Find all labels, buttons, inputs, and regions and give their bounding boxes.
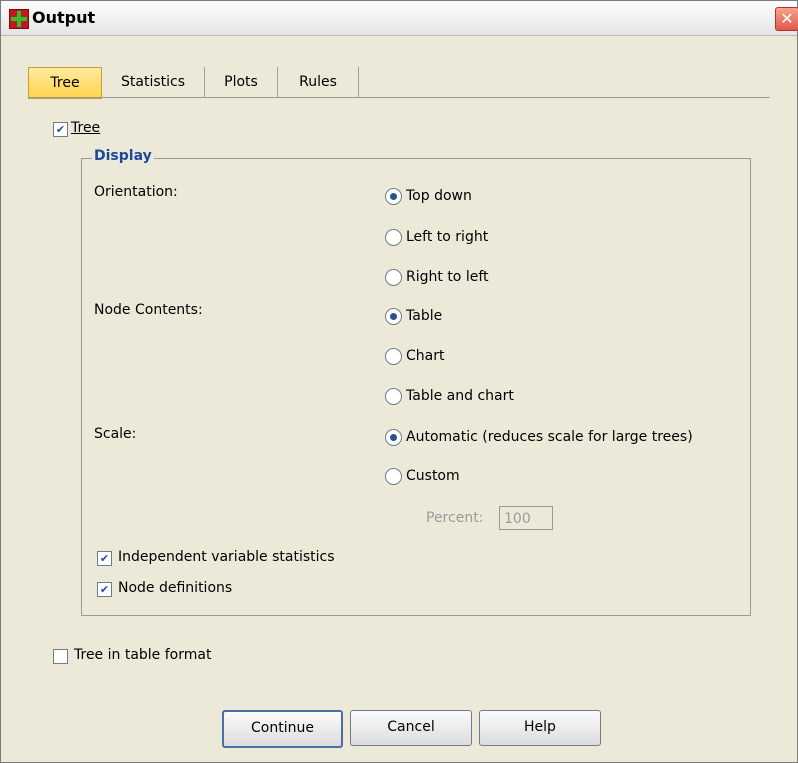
radio-chart[interactable]: [385, 348, 402, 365]
tree-checkbox[interactable]: ✔: [53, 122, 68, 137]
radio-table[interactable]: [385, 308, 402, 325]
node-contents-label: Node Contents:: [94, 302, 203, 318]
independent-stats-label[interactable]: Independent variable statistics: [118, 549, 335, 565]
tab-plots[interactable]: Plots: [205, 67, 278, 97]
radio-custom[interactable]: [385, 468, 402, 485]
table-format-label[interactable]: Tree in table format: [74, 647, 211, 663]
radio-automatic[interactable]: [385, 429, 402, 446]
radio-top-down[interactable]: [385, 188, 402, 205]
node-definitions-label[interactable]: Node definitions: [118, 580, 232, 596]
close-icon[interactable]: ✕: [775, 7, 798, 31]
tree-checkbox-label[interactable]: Tree: [71, 120, 100, 136]
window-title: Output: [32, 8, 96, 27]
radio-right-to-left[interactable]: [385, 269, 402, 286]
app-icon: [9, 9, 29, 29]
right-to-left-label[interactable]: Right to left: [406, 269, 489, 285]
table-label[interactable]: Table: [406, 308, 442, 324]
radio-table-and-chart[interactable]: [385, 388, 402, 405]
tab-rules[interactable]: Rules: [278, 67, 359, 97]
table-and-chart-label[interactable]: Table and chart: [406, 388, 514, 404]
title-bar: Output ✕: [1, 1, 798, 36]
top-down-label[interactable]: Top down: [406, 188, 472, 204]
orientation-label: Orientation:: [94, 184, 178, 200]
scale-label: Scale:: [94, 426, 137, 442]
cancel-button[interactable]: Cancel: [350, 710, 472, 746]
continue-button[interactable]: Continue: [222, 710, 343, 748]
tab-statistics[interactable]: Statistics: [102, 67, 205, 97]
help-button[interactable]: Help: [479, 710, 601, 746]
display-legend: Display: [92, 148, 154, 164]
percent-label: Percent:: [426, 510, 484, 526]
automatic-label[interactable]: Automatic (reduces scale for large trees…: [406, 429, 693, 445]
percent-input[interactable]: 100: [499, 506, 553, 530]
display-group: [81, 158, 751, 616]
chart-label[interactable]: Chart: [406, 348, 444, 364]
left-to-right-label[interactable]: Left to right: [406, 229, 488, 245]
radio-left-to-right[interactable]: [385, 229, 402, 246]
independent-stats-checkbox[interactable]: ✔: [97, 551, 112, 566]
output-dialog: Output ✕ Tree Statistics Plots Rules ✔ T…: [0, 0, 798, 763]
node-definitions-checkbox[interactable]: ✔: [97, 582, 112, 597]
tab-divider: [28, 97, 770, 98]
custom-label[interactable]: Custom: [406, 468, 460, 484]
table-format-checkbox[interactable]: [53, 649, 68, 664]
tab-tree[interactable]: Tree: [28, 67, 102, 99]
